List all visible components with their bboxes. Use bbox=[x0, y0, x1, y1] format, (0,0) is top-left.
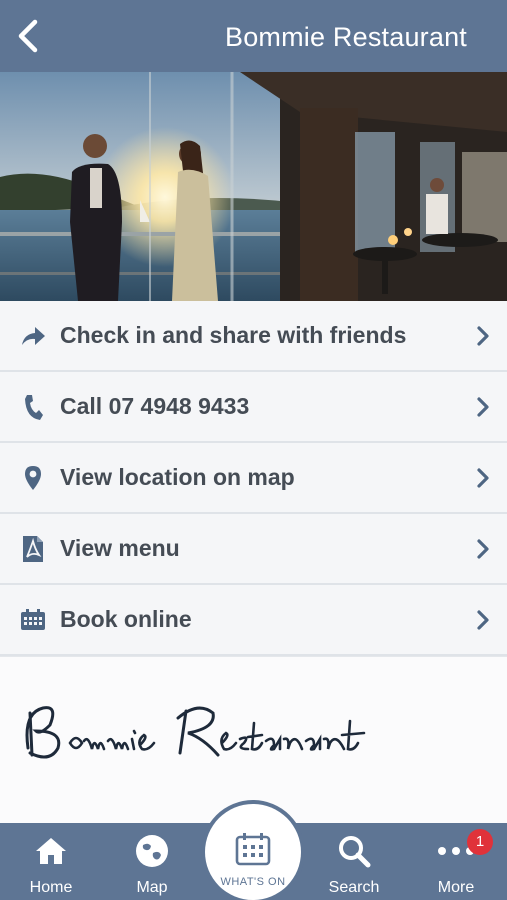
book-online-row[interactable]: Book online bbox=[0, 585, 507, 656]
back-button[interactable] bbox=[10, 16, 46, 56]
tab-whats-on[interactable]: WHAT'S ON bbox=[205, 804, 301, 900]
tab-search[interactable]: Search bbox=[309, 823, 399, 900]
app-screen: Bommie Restaurant Check in and share wit… bbox=[0, 0, 507, 900]
chevron-right-icon bbox=[475, 372, 491, 441]
check-in-share-row[interactable]: Check in and share with friends bbox=[0, 301, 507, 372]
tab-map-label: Map bbox=[136, 879, 168, 896]
chevron-left-icon bbox=[18, 19, 38, 53]
tab-map[interactable]: Map bbox=[107, 823, 197, 900]
home-icon bbox=[6, 833, 96, 869]
tab-home[interactable]: Home bbox=[6, 823, 96, 900]
globe-icon bbox=[107, 833, 197, 869]
tab-search-label: Search bbox=[328, 879, 380, 896]
view-menu-row[interactable]: View menu bbox=[0, 514, 507, 585]
tab-more[interactable]: 1 More bbox=[411, 823, 501, 900]
tab-whats-on-label: WHAT'S ON bbox=[220, 876, 286, 888]
chevron-right-icon bbox=[475, 443, 491, 512]
restaurant-script-heading bbox=[18, 693, 418, 778]
calendar-icon bbox=[205, 832, 301, 866]
chevron-right-icon bbox=[475, 301, 491, 370]
check-in-share-label: Check in and share with friends bbox=[60, 322, 407, 348]
tab-more-label: More bbox=[437, 879, 475, 896]
tab-home-label: Home bbox=[29, 879, 73, 896]
search-icon bbox=[309, 833, 399, 869]
phone-icon bbox=[19, 372, 47, 441]
chevron-right-icon bbox=[475, 585, 491, 654]
calendar-icon bbox=[19, 585, 47, 654]
map-pin-icon bbox=[19, 443, 47, 512]
chevron-right-icon bbox=[475, 514, 491, 583]
view-menu-label: View menu bbox=[60, 535, 180, 561]
action-list: Check in and share with friends Call 07 … bbox=[0, 301, 507, 656]
hero-image bbox=[0, 72, 507, 301]
top-bar: Bommie Restaurant bbox=[0, 0, 507, 72]
share-arrow-icon bbox=[19, 301, 47, 370]
pdf-icon bbox=[19, 514, 47, 583]
notification-badge: 1 bbox=[467, 829, 493, 855]
view-location-label: View location on map bbox=[60, 464, 295, 490]
call-label: Call 07 4948 9433 bbox=[60, 393, 250, 419]
book-online-label: Book online bbox=[60, 606, 192, 632]
call-row[interactable]: Call 07 4948 9433 bbox=[0, 372, 507, 443]
page-title: Bommie Restaurant bbox=[225, 22, 467, 52]
view-location-row[interactable]: View location on map bbox=[0, 443, 507, 514]
